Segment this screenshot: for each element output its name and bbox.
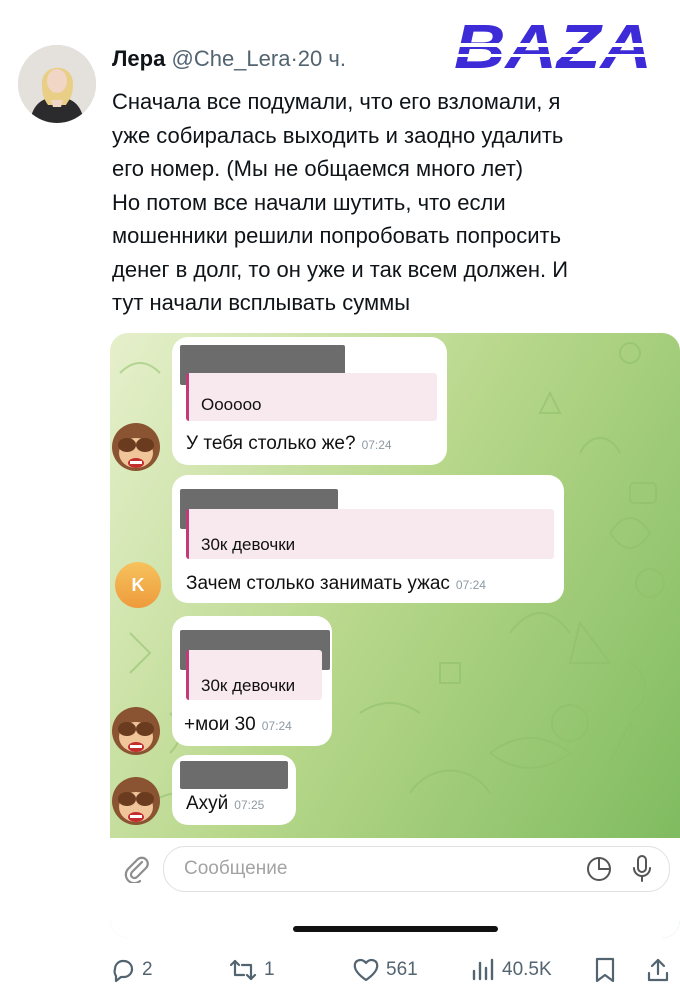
message-text: У тебя столько же? 07:24: [186, 433, 392, 454]
reply-quote[interactable]: 30к девочки: [186, 650, 322, 700]
tweet-line: Но потом все начали шутить, что если: [112, 189, 506, 215]
baza-logo: BAZA: [454, 16, 654, 76]
repost-button[interactable]: 1: [228, 952, 275, 988]
like-button[interactable]: 561: [352, 952, 418, 988]
message-time: 07:24: [361, 438, 392, 452]
reply-quote[interactable]: Оооооо: [186, 373, 437, 421]
tweet-line: его номер. (Мы не общаемся много лет): [112, 156, 524, 181]
redacted-name: [180, 761, 288, 789]
reply-icon: [113, 959, 134, 983]
share-button[interactable]: [646, 952, 670, 988]
author-name[interactable]: Лера: [112, 46, 165, 71]
author-handle[interactable]: @Che_Lera: [171, 46, 290, 71]
contact-avatar[interactable]: K: [115, 562, 161, 608]
message-bubble[interactable]: 30к девочки +мои 30 07:24: [172, 616, 332, 746]
message-input-placeholder: Сообщение: [184, 858, 288, 879]
repost-icon: [229, 959, 257, 981]
message-input[interactable]: Сообщение: [163, 846, 670, 892]
header-separator: ·: [290, 46, 298, 71]
reply-button[interactable]: 2: [110, 952, 153, 988]
attach-icon[interactable]: [122, 853, 150, 883]
heart-icon: [353, 958, 379, 982]
message-text: +мои 30 07:24: [184, 714, 292, 735]
tweet-line: Сначала все подумали, что его взломали, …: [112, 89, 561, 114]
monkey-avatar-icon[interactable]: [110, 775, 162, 827]
thread-line: [56, 135, 58, 137]
message-text: Ахуй 07:25: [186, 793, 265, 814]
bookmark-button[interactable]: [594, 952, 616, 988]
microphone-icon[interactable]: [632, 854, 652, 884]
views-icon: [472, 958, 494, 981]
message-bubble[interactable]: Оооооо У тебя столько же? 07:24: [172, 337, 447, 465]
message-time: 07:24: [455, 578, 486, 592]
message-bubble[interactable]: 30к девочки Зачем столько занимать ужас 0…: [172, 475, 564, 603]
tweet-header: Лера @Che_Lera·20 ч.: [112, 46, 346, 72]
reply-quote-text: 30к девочки: [201, 535, 296, 554]
reply-count: 2: [142, 959, 153, 980]
reply-quote-text: 30к девочки: [201, 676, 296, 695]
tweet-line: уже собиралась выходить и заодно удалить: [112, 122, 564, 148]
like-count: 561: [386, 959, 418, 980]
message-input-bar: Сообщение: [110, 838, 680, 938]
repost-count: 1: [264, 959, 275, 980]
tweet-line: денег в долг, то он уже и так всем долже…: [112, 256, 569, 282]
share-icon: [647, 958, 669, 982]
chat-screenshot[interactable]: Оооооо У тебя столько же? 07:24 30к девоч…: [110, 333, 680, 938]
reply-quote-text: Оооооо: [201, 395, 262, 414]
message-bubble[interactable]: Ахуй 07:25: [172, 755, 296, 825]
view-count: 40.5K: [502, 959, 552, 980]
tweet-line: мошенники решили попробовать попросить: [112, 223, 562, 248]
views-button[interactable]: 40.5K: [470, 952, 552, 988]
message-time: 07:25: [234, 798, 265, 812]
tweet-actions: 2 1 561 40.5K: [0, 952, 680, 992]
sticker-icon[interactable]: [586, 856, 612, 882]
monkey-avatar-icon[interactable]: [110, 421, 162, 473]
bookmark-icon: [595, 957, 615, 983]
reply-quote[interactable]: 30к девочки: [186, 509, 554, 559]
monkey-avatar-icon[interactable]: [110, 705, 162, 757]
tweet-time[interactable]: 20 ч.: [298, 46, 346, 71]
tweet-text: Сначала все подумали, что его взломали, …: [112, 85, 672, 320]
message-text: Зачем столько занимать ужас 07:24: [186, 573, 486, 594]
tweet-line: тут начали всплывать суммы: [112, 290, 411, 315]
home-indicator: [293, 926, 498, 932]
author-avatar[interactable]: [18, 45, 96, 123]
message-time: 07:24: [261, 719, 292, 733]
